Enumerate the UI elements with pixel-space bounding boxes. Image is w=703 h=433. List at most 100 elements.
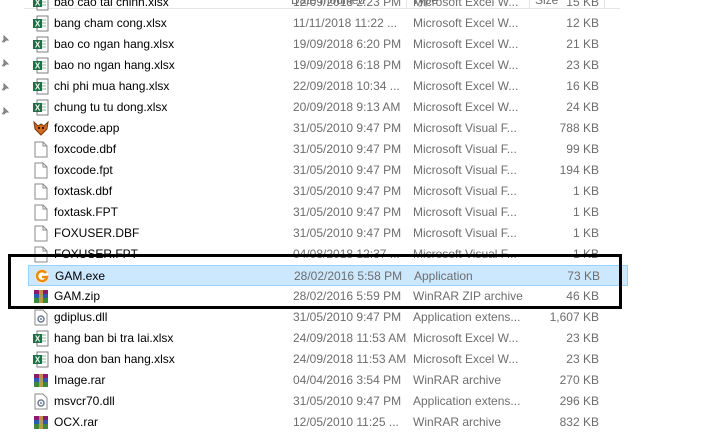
file-name: foxtask.FPT [54, 205, 119, 219]
file-row[interactable]: GAM.zip 28/02/2016 5:59 PM WinRAR ZIP arch… [28, 286, 628, 307]
generic-file-icon [33, 246, 49, 263]
file-row[interactable]: foxcode.app 31/05/2010 9:47 PM Microsoft V… [28, 118, 628, 139]
svg-text:X: X [35, 356, 41, 365]
winrar-zip-icon [33, 288, 49, 305]
generic-file-icon [33, 204, 49, 221]
pin-icon [0, 34, 10, 44]
file-row-selected[interactable]: GAM.exe 28/02/2016 5:58 PM Application 73 K… [28, 265, 628, 286]
file-size: 73 KB [567, 269, 600, 283]
file-name: GAM.zip [54, 289, 101, 303]
file-row[interactable]: foxcode.dbf 31/05/2010 9:47 PM Microsoft V… [28, 139, 628, 160]
dll-file-icon [33, 309, 49, 326]
file-type: Microsoft Visual F... [413, 184, 517, 198]
file-name: bang cham cong.xlsx [54, 16, 167, 30]
file-date-modified: 28/02/2016 5:59 PM [293, 289, 402, 303]
file-type: WinRAR archive [413, 373, 502, 387]
navigation-pane-edge [0, 0, 24, 433]
svg-text:X: X [35, 41, 41, 50]
file-type: Microsoft Excel W... [413, 79, 519, 93]
file-row[interactable]: OCX.rar 12/05/2010 11:25 ... WinRAR archiv… [28, 412, 628, 433]
file-row[interactable]: foxtask.dbf 31/05/2010 9:47 PM Microsoft V… [28, 181, 628, 202]
file-date-modified: 31/05/2010 9:47 PM [293, 226, 402, 240]
file-size: 23 KB [566, 331, 599, 345]
file-size: 21 KB [566, 37, 599, 51]
file-size: 23 KB [566, 58, 599, 72]
file-row[interactable]: Image.rar 04/04/2016 3:54 PM WinRAR archiv… [28, 370, 628, 391]
file-date-modified: 24/09/2018 11:53 AM [293, 352, 407, 366]
file-name: msvcr70.dll [54, 394, 115, 408]
file-size: 24 KB [566, 100, 599, 114]
file-size: 15 KB [566, 0, 599, 9]
file-name: foxcode.app [54, 121, 120, 135]
file-date-modified: 31/05/2010 9:47 PM [293, 394, 402, 408]
file-type: Microsoft Excel W... [413, 0, 519, 9]
file-row[interactable]: FOXUSER.FPT 04/08/2018 12:37 ... Microsoft… [28, 244, 628, 265]
file-row[interactable]: gdiplus.dll 31/05/2010 9:47 PM Application… [28, 307, 628, 328]
file-date-modified: 04/08/2018 12:37 ... [293, 247, 400, 261]
generic-file-icon [33, 225, 49, 242]
excel-file-icon: X [33, 0, 49, 11]
file-row[interactable]: Xbao no ngan hang.xlsx 19/09/2018 6:18 PM… [28, 55, 628, 76]
file-row[interactable]: Xbao cao tai chinh.xlsx 12/09/2018 2:23 P… [28, 0, 628, 13]
foxpro-app-icon [33, 120, 49, 137]
file-date-modified: 19/09/2018 6:20 PM [293, 37, 402, 51]
file-size: 788 KB [559, 121, 599, 135]
file-row[interactable]: Xhang ban bi tra lai.xlsx 24/09/2018 11:5… [28, 328, 628, 349]
file-name: hoa don ban hang.xlsx [54, 352, 175, 366]
excel-file-icon: X [33, 36, 49, 53]
file-date-modified: 31/05/2010 9:47 PM [293, 142, 402, 156]
file-date-modified: 12/05/2010 11:25 ... [293, 415, 399, 429]
file-size: 46 KB [566, 289, 599, 303]
generic-file-icon [33, 162, 49, 179]
file-date-modified: 12/09/2018 2:23 PM [293, 0, 402, 9]
file-size: 99 KB [566, 142, 599, 156]
file-type: Microsoft Visual F... [413, 247, 517, 261]
file-size: 23 KB [566, 352, 599, 366]
file-row[interactable]: foxcode.fpt 31/05/2010 9:47 PM Microsoft V… [28, 160, 628, 181]
pin-icon [0, 82, 10, 92]
file-name: bao cao tai chinh.xlsx [54, 0, 169, 9]
file-name: GAM.exe [55, 269, 106, 283]
file-date-modified: 31/05/2010 9:47 PM [293, 310, 402, 324]
file-size: 1 KB [572, 205, 599, 219]
file-row[interactable]: foxtask.FPT 31/05/2010 9:47 PM Microsoft V… [28, 202, 628, 223]
file-date-modified: 31/05/2010 9:47 PM [293, 121, 402, 135]
file-type: Microsoft Visual F... [413, 142, 517, 156]
excel-file-icon: X [33, 99, 49, 116]
file-type: WinRAR archive [413, 415, 502, 429]
excel-file-icon: X [33, 15, 49, 32]
file-size: 1 KB [572, 226, 599, 240]
file-date-modified: 22/09/2018 10:34 ... [293, 79, 400, 93]
file-type: Microsoft Visual F... [413, 205, 517, 219]
file-date-modified: 31/05/2010 9:47 PM [293, 163, 402, 177]
file-row[interactable]: Xhoa don ban hang.xlsx 24/09/2018 11:53 A… [28, 349, 628, 370]
file-type: Microsoft Visual F... [413, 121, 517, 135]
file-date-modified: 19/09/2018 6:18 PM [293, 58, 402, 72]
file-row[interactable]: Xchi phi mua hang.xlsx 22/09/2018 10:34 .… [28, 76, 628, 97]
file-size: 194 KB [559, 163, 599, 177]
file-row[interactable]: Xchung tu tu dong.xlsx 20/09/2018 9:13 AM… [28, 97, 628, 118]
file-row[interactable]: Xbang cham cong.xlsx 11/11/2018 11:22 ...… [28, 13, 628, 34]
excel-file-icon: X [33, 57, 49, 74]
file-name: FOXUSER.DBF [54, 226, 140, 240]
file-size: 832 KB [559, 415, 599, 429]
file-name: foxcode.fpt [54, 163, 113, 177]
file-size: 296 KB [559, 394, 599, 408]
file-row[interactable]: msvcr70.dll 31/05/2010 9:47 PM Application… [28, 391, 628, 412]
excel-file-icon: X [33, 78, 49, 95]
file-type: WinRAR ZIP archive [413, 289, 523, 303]
file-name: bao co ngan hang.xlsx [54, 37, 175, 51]
file-type: Application extens... [413, 310, 521, 324]
svg-text:X: X [35, 20, 41, 29]
file-type: Microsoft Visual F... [413, 226, 517, 240]
file-date-modified: 24/09/2018 11:53 AM [293, 331, 407, 345]
file-size: 270 KB [559, 373, 599, 387]
file-date-modified: 28/02/2016 5:58 PM [294, 269, 403, 283]
file-row[interactable]: FOXUSER.DBF 31/05/2010 9:47 PM Microsoft V… [28, 223, 628, 244]
file-date-modified: 20/09/2018 9:13 AM [293, 100, 401, 114]
file-type: Microsoft Excel W... [413, 331, 519, 345]
file-date-modified: 31/05/2010 9:47 PM [293, 205, 402, 219]
file-row[interactable]: Xbao co ngan hang.xlsx 19/09/2018 6:20 PM… [28, 34, 628, 55]
file-name: Image.rar [54, 373, 106, 387]
file-name: FOXUSER.FPT [54, 247, 139, 261]
